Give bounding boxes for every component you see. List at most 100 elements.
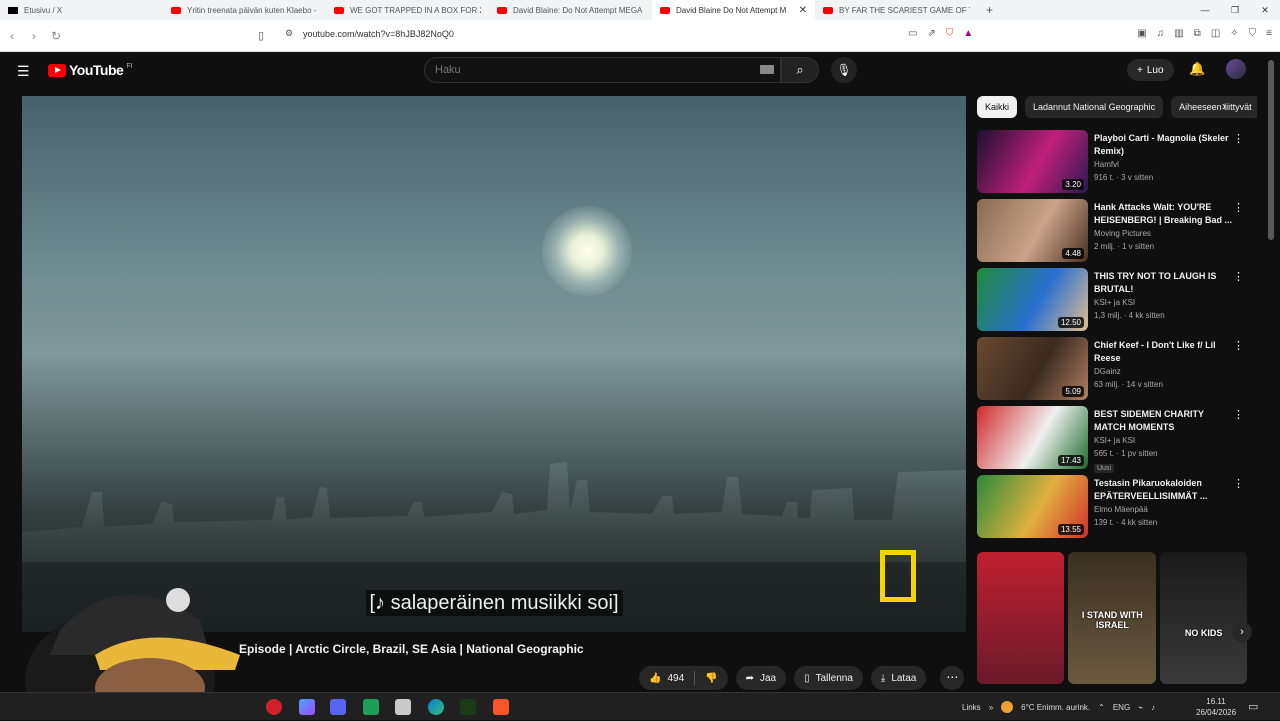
browser-tab[interactable]: David Blaine: Do Not Attempt MEGA xyxy=(489,0,652,20)
share-button[interactable]: ➦ Jaa xyxy=(735,666,787,690)
thumbnail[interactable]: 13.55 xyxy=(977,475,1088,538)
download-button[interactable]: ⤓ Lataa xyxy=(870,666,927,690)
chip-related[interactable]: Aiheeseen liittyvät xyxy=(1171,96,1257,118)
channel-name[interactable]: KSI+ ja KSI xyxy=(1094,436,1135,445)
browser-tab[interactable]: BY FAR THE SCARIEST GAME OF THE xyxy=(815,0,978,20)
thumbnail[interactable]: 3.20 xyxy=(977,130,1088,193)
network-icon[interactable]: ⌁ xyxy=(1138,703,1143,712)
recommendation-title[interactable]: Hank Attacks Walt: YOU'RE HEISENBERG! | … xyxy=(1094,201,1234,227)
thumbnail[interactable]: 12.50 xyxy=(977,268,1088,331)
thumbnail[interactable]: 4.48 xyxy=(977,199,1088,262)
new-tab-button[interactable]: + xyxy=(978,3,1001,17)
browser-tab[interactable]: WE GOT TRAPPED IN A BOX FOR 24 H xyxy=(326,0,489,20)
recommendation-title[interactable]: Playboi Carti - Magnolia (Skeler Remix) xyxy=(1094,132,1234,158)
forward-icon[interactable]: › xyxy=(24,29,44,43)
url-field[interactable]: youtube.com/watch?v=8hJBJ82NoQ0 xyxy=(303,29,454,39)
more-actions-icon[interactable]: ⋯ xyxy=(940,666,965,690)
search-button[interactable]: ⌕ xyxy=(781,57,819,83)
scrollbar-thumb[interactable] xyxy=(1268,60,1274,240)
leo-icon[interactable]: ✧ xyxy=(1230,28,1238,39)
hamburger-menu-icon[interactable]: ☰ xyxy=(17,63,30,80)
youtube-logo[interactable]: YouTube FI xyxy=(48,62,133,78)
recommendation-title[interactable]: Testasin Pikaruokaloiden EPÄTERVEELLISIM… xyxy=(1094,477,1234,503)
dislike-button[interactable]: 👎 xyxy=(695,666,727,690)
browser-tab[interactable]: Etusivu / X xyxy=(0,0,163,20)
chip-all[interactable]: Kaikki xyxy=(977,96,1018,118)
shorts-next-icon[interactable]: › xyxy=(1232,622,1252,642)
channel-name[interactable]: Moving Pictures xyxy=(1094,229,1151,238)
sidebar-icon[interactable]: ▥ xyxy=(1174,28,1183,39)
volume-icon[interactable]: ♪ xyxy=(1151,703,1155,712)
cast-icon[interactable]: ▭ xyxy=(908,28,917,39)
browser-tab-active[interactable]: David Blaine Do Not Attempt M ✕ xyxy=(652,0,815,20)
notification-icon[interactable]: ▭ xyxy=(1248,700,1258,713)
recommendation-item[interactable]: 17.43 BEST SIDEMEN CHARITY MATCH MOMENTS K… xyxy=(977,406,1267,475)
share-icon[interactable]: ⇗ xyxy=(927,28,935,39)
save-button[interactable]: ▯ Tallenna xyxy=(794,666,863,690)
more-options-icon[interactable]: ⋮ xyxy=(1233,270,1244,283)
rewards-icon[interactable]: ▲ xyxy=(963,28,973,39)
recommendation-title[interactable]: THIS TRY NOT TO LAUGH IS BRUTAL! xyxy=(1094,270,1234,296)
recommendation-item[interactable]: 4.48 Hank Attacks Walt: YOU'RE HEISENBERG… xyxy=(977,199,1267,268)
chips-next-icon[interactable]: › xyxy=(1222,99,1226,113)
keyboard-icon[interactable] xyxy=(760,65,774,74)
app-icon[interactable] xyxy=(363,699,379,715)
thumbnail[interactable]: 17.43 xyxy=(977,406,1088,469)
maximize-icon[interactable]: ❐ xyxy=(1220,0,1250,20)
close-tab-icon[interactable]: ✕ xyxy=(799,5,807,16)
tray-expand-icon[interactable]: ⌃ xyxy=(1098,703,1105,712)
notifications-bell-icon[interactable]: 🔔 xyxy=(1189,61,1205,77)
back-icon[interactable]: ‹ xyxy=(2,29,22,43)
minimize-icon[interactable]: — xyxy=(1190,0,1220,20)
edge-icon[interactable] xyxy=(428,699,444,715)
recommendation-item[interactable]: 13.55 Testasin Pikaruokaloiden EPÄTERVEEL… xyxy=(977,475,1267,544)
channel-name[interactable]: DGainz xyxy=(1094,367,1121,376)
chip-natgeo[interactable]: Ladannut National Geographic xyxy=(1025,96,1164,118)
more-options-icon[interactable]: ⋮ xyxy=(1233,201,1244,214)
links-label[interactable]: Links xyxy=(962,703,981,712)
short-card[interactable] xyxy=(977,552,1065,684)
brave-icon[interactable] xyxy=(493,699,509,715)
like-button[interactable]: 👍 494 xyxy=(639,666,694,690)
opera-icon[interactable] xyxy=(266,699,282,715)
channel-name[interactable]: Hamfvl xyxy=(1094,160,1119,169)
extensions-icon[interactable]: ⧉ xyxy=(1194,28,1201,39)
chevron-icon[interactable]: » xyxy=(989,703,993,712)
recommendation-title[interactable]: BEST SIDEMEN CHARITY MATCH MOMENTS xyxy=(1094,408,1234,434)
recommendation-title[interactable]: Chief Keef - I Don't Like f/ Lil Reese xyxy=(1094,339,1234,365)
more-options-icon[interactable]: ⋮ xyxy=(1233,339,1244,352)
media-icon[interactable]: ♫ xyxy=(1157,28,1165,39)
screenshot-icon[interactable]: ▣ xyxy=(1137,28,1146,39)
recommendation-item[interactable]: 3.20 Playboi Carti - Magnolia (Skeler Rem… xyxy=(977,130,1267,199)
wallet-icon[interactable]: ◫ xyxy=(1211,28,1220,39)
discord-icon[interactable] xyxy=(330,699,346,715)
recommendation-item[interactable]: 5.09 Chief Keef - I Don't Like f/ Lil Ree… xyxy=(977,337,1267,406)
browser-tab[interactable]: Yritin treenata päivän kuten Klaebo - xyxy=(163,0,326,20)
language-indicator[interactable]: ENG xyxy=(1113,703,1130,712)
create-button[interactable]: + Luo xyxy=(1127,59,1174,81)
clock[interactable]: 16.11 26/04/2026 xyxy=(1196,696,1236,718)
more-options-icon[interactable]: ⋮ xyxy=(1233,132,1244,145)
page-scrollbar[interactable] xyxy=(1268,60,1274,690)
app-icon[interactable] xyxy=(460,699,476,715)
short-card[interactable]: I STAND WITH ISRAEL xyxy=(1068,552,1156,684)
more-options-icon[interactable]: ⋮ xyxy=(1233,408,1244,421)
brave-shield-icon[interactable]: ⛉ xyxy=(946,28,954,39)
close-window-icon[interactable]: ✕ xyxy=(1250,0,1280,20)
menu-icon[interactable]: ≡ xyxy=(1266,28,1272,39)
channel-name[interactable]: KSI+ ja KSI xyxy=(1094,298,1135,307)
search-input[interactable] xyxy=(425,58,745,82)
short-card[interactable]: NO KIDS xyxy=(1159,552,1247,684)
bookmark-icon[interactable]: ▯ xyxy=(258,29,264,42)
reload-icon[interactable]: ↻ xyxy=(46,29,66,43)
avatar[interactable] xyxy=(1226,59,1246,79)
more-options-icon[interactable]: ⋮ xyxy=(1233,477,1244,490)
weather-text[interactable]: 6°C Enimm. aurink. xyxy=(1021,703,1090,712)
vpn-icon[interactable]: ⛉ xyxy=(1249,28,1257,39)
channel-name[interactable]: Elmo Mäenpää xyxy=(1094,505,1148,514)
thumbnail[interactable]: 5.09 xyxy=(977,337,1088,400)
microphone-icon[interactable]: 🎙 xyxy=(831,57,857,83)
app-icon[interactable] xyxy=(395,699,411,715)
video-player[interactable]: [♪ salaperäinen musiikki soi] xyxy=(22,96,966,632)
recommendation-item[interactable]: 12.50 THIS TRY NOT TO LAUGH IS BRUTAL! KSI… xyxy=(977,268,1267,337)
